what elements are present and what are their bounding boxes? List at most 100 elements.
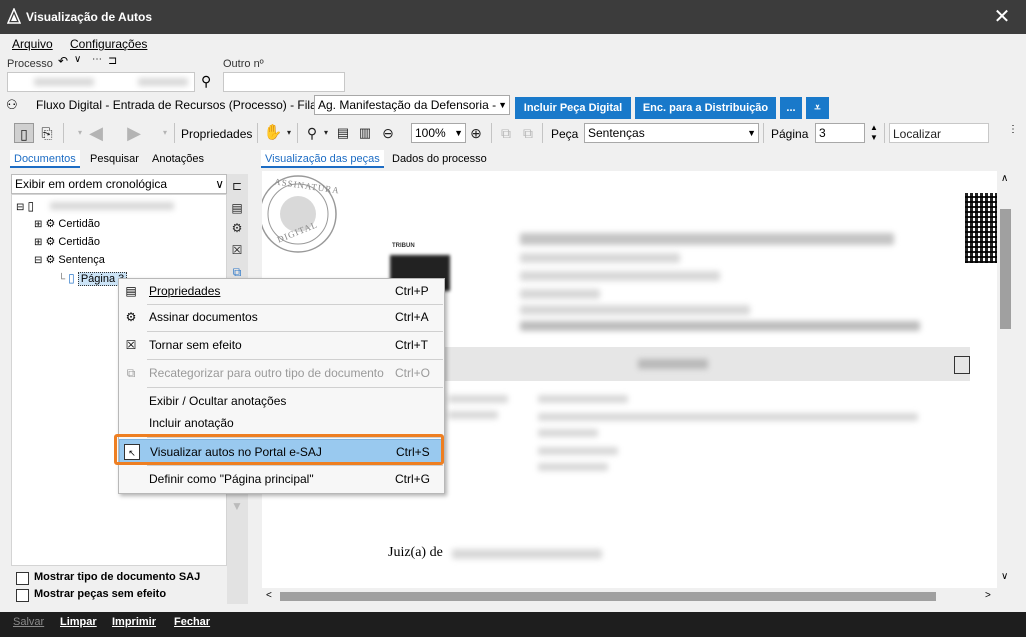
chevron-down-icon[interactable]: ▾ — [279, 123, 299, 143]
tree-icon[interactable]: ⊏ — [227, 176, 247, 196]
tree-item-label: Sentença — [58, 254, 105, 266]
toolbar-separator — [257, 123, 258, 143]
redacted-text — [520, 271, 720, 281]
queue-select[interactable]: Ag. Manifestação da Defensoria - ▼ — [314, 95, 510, 115]
menu-item-add-annotation[interactable]: Incluir anotação — [119, 411, 444, 435]
sign-icon[interactable]: ⚙ — [227, 218, 247, 238]
include-piece-button[interactable]: Incluir Peça Digital — [515, 97, 631, 119]
piece-select[interactable]: Sentenças ▼ — [584, 123, 759, 143]
close-icon[interactable]: ✕ — [990, 6, 1014, 28]
scroll-up-icon[interactable]: ∧ — [1001, 173, 1008, 184]
paste-page-icon[interactable]: ⧉ — [518, 123, 538, 143]
toolbar-separator — [884, 123, 885, 143]
process-number-field[interactable] — [7, 72, 195, 92]
search-icon[interactable]: ⚲ — [201, 73, 211, 90]
redacted-text — [520, 305, 750, 315]
toolbar-separator — [542, 123, 543, 143]
find-input[interactable]: Localizar — [889, 123, 989, 143]
tab-pesquisar[interactable]: Pesquisar — [86, 150, 143, 168]
overflow-icon[interactable]: ⋮ — [1008, 124, 1018, 135]
redacted-text — [34, 78, 94, 86]
clear-button[interactable]: Limpar — [60, 616, 97, 628]
tree-root[interactable]: ⊟ ▯ — [16, 197, 216, 215]
move-down-icon[interactable]: ▼ — [227, 496, 247, 516]
menu-item-set-main-page[interactable]: Definir como "Página principal" Ctrl+G — [119, 467, 444, 491]
toolbar-separator — [174, 123, 175, 143]
menu-arquivo[interactable]: Arquivo — [12, 37, 53, 51]
redacted-text — [538, 447, 618, 455]
show-type-checkbox[interactable] — [16, 572, 29, 585]
vertical-scrollbar[interactable]: ∧ ∨ — [997, 171, 1014, 588]
show-void-checkbox[interactable] — [16, 589, 29, 602]
scroll-left-icon[interactable]: < — [266, 590, 272, 601]
order-select[interactable]: Exibir em ordem cronológica ∨ — [11, 174, 227, 194]
fit-width-icon[interactable]: ▤ — [333, 123, 353, 143]
scroll-thumb[interactable] — [280, 592, 936, 601]
collapse-icon[interactable]: ⊟ — [16, 202, 24, 213]
menu-item-recategorize[interactable]: ⧉ Recategorizar para outro tipo de docum… — [119, 361, 444, 385]
print-button[interactable]: Imprimir — [112, 616, 156, 628]
redacted-text — [538, 395, 628, 403]
tree-item[interactable]: ⊞ ⚙ Certidão — [34, 233, 214, 251]
tab-anotacoes[interactable]: Anotações — [148, 150, 208, 168]
collapse-icon[interactable]: ⊟ — [34, 255, 42, 266]
more-actions-button[interactable]: ... — [780, 97, 802, 119]
last-page-icon[interactable]: ▾ — [155, 123, 175, 143]
menu-item-shortcut: Ctrl+G — [395, 472, 431, 486]
chevron-down-icon[interactable]: ∨ — [74, 54, 81, 65]
page-spinner-icon[interactable]: ▲ ▼ — [870, 123, 878, 143]
recategorize-icon: ⧉ — [126, 366, 136, 380]
window-title: Visualização de Autos — [26, 10, 153, 24]
close-button[interactable]: Fechar — [174, 616, 210, 628]
zoom-in-icon[interactable]: ⊕ — [466, 123, 486, 143]
document-mode-icon[interactable]: ▯ — [14, 123, 34, 143]
page-field[interactable]: 3 — [815, 123, 865, 143]
properties-button[interactable]: Propriedades — [181, 127, 252, 141]
save-button[interactable]: Salvar — [13, 616, 44, 628]
zoom-out-icon[interactable]: ⊖ — [378, 123, 398, 143]
menu-item-label: Assinar documentos — [149, 310, 258, 324]
tree-item[interactable]: ⊞ ⚙ Certidão — [34, 215, 214, 233]
highlight-frame — [114, 434, 444, 465]
tab-documentos[interactable]: Documentos — [10, 150, 80, 168]
list-icon[interactable]: ▤ — [227, 198, 247, 218]
tree-item[interactable]: ⊟ ⚙ Sentença — [34, 251, 214, 269]
tribunal-label: TRIBUN — [392, 243, 415, 249]
scroll-down-icon[interactable]: ∨ — [1001, 571, 1008, 582]
menu-item-toggle-annotations[interactable]: Exibir / Ocultar anotações — [119, 389, 444, 413]
redacted-text — [638, 359, 708, 369]
expand-icon[interactable]: ⊞ — [34, 237, 42, 248]
menu-item-shortcut: Ctrl+T — [395, 338, 428, 352]
menu-item-label: Propriedades — [149, 284, 221, 298]
previous-page-icon[interactable]: ◀ — [86, 123, 106, 143]
toolbar-separator — [491, 123, 492, 143]
scroll-right-icon[interactable]: > — [985, 590, 991, 601]
fit-page-icon[interactable]: ▥ — [355, 123, 375, 143]
horizontal-scrollbar[interactable]: < > — [262, 588, 997, 605]
void-icon[interactable]: ☒ — [227, 240, 247, 260]
menu-item-label: Definir como "Página principal" — [149, 472, 314, 486]
tab-piece-view[interactable]: Visualização das peças — [261, 150, 384, 168]
menu-item-sign[interactable]: ⚙ Assinar documentos Ctrl+A — [119, 305, 444, 329]
other-number-label: Outro nº — [223, 58, 264, 70]
signed-document-icon: ⚙ — [45, 236, 56, 248]
redacted-text — [520, 233, 894, 245]
bookmark-icon[interactable]: ⊐ — [108, 54, 117, 67]
menu-item-label: Exibir / Ocultar anotações — [149, 394, 287, 408]
tab-process-data[interactable]: Dados do processo — [388, 150, 491, 168]
menu-item-properties[interactable]: ▤ Propriedades Ctrl+P — [119, 279, 444, 303]
scroll-thumb[interactable] — [1000, 209, 1011, 329]
other-number-field[interactable] — [223, 72, 345, 92]
filter-dropdown-button[interactable]: ⩡ — [806, 97, 829, 119]
zoom-select[interactable]: 100% ▼ — [411, 123, 466, 143]
more-icon[interactable]: ⋯ — [92, 54, 102, 65]
page-mode-icon[interactable]: ⎘ — [37, 123, 57, 143]
menu-item-void[interactable]: ☒ Tornar sem efeito Ctrl+T — [119, 333, 444, 357]
forward-distribution-button[interactable]: Enc. para a Distribuição — [635, 97, 776, 119]
next-page-icon[interactable]: ▶ — [124, 123, 144, 143]
undo-icon[interactable]: ↶ — [58, 54, 68, 68]
copy-page-icon[interactable]: ⧉ — [496, 123, 516, 143]
app-logo-icon — [7, 8, 21, 24]
expand-icon[interactable]: ⊞ — [34, 219, 42, 230]
menu-configuracoes[interactable]: Configurações — [70, 37, 147, 51]
